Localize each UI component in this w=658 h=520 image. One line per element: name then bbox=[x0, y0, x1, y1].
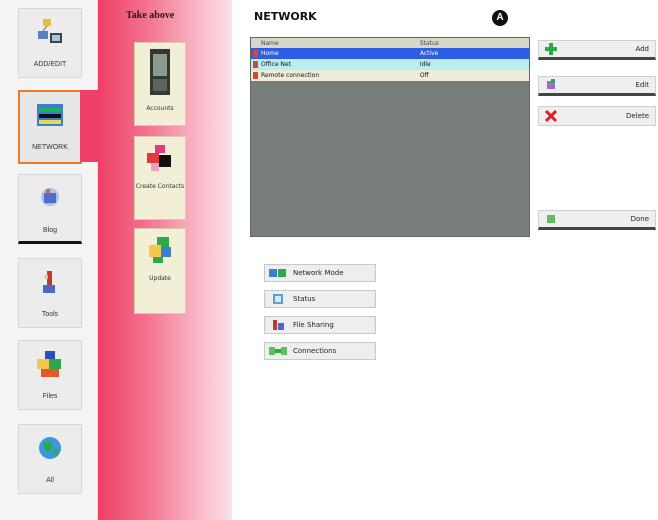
phone-icon bbox=[148, 49, 172, 97]
table-row[interactable]: Home Active bbox=[251, 48, 529, 59]
plus-icon bbox=[545, 43, 557, 55]
delete-button[interactable]: Delete bbox=[538, 106, 656, 126]
file-sharing-label: File Sharing bbox=[293, 321, 334, 329]
network-users-icon bbox=[35, 17, 65, 47]
nav-item-label: NETWORK bbox=[32, 144, 68, 151]
sub-item-label: Update bbox=[149, 275, 171, 282]
delete-icon bbox=[544, 109, 558, 123]
row-flag-icon bbox=[253, 72, 258, 79]
column-header-name[interactable]: Name bbox=[251, 40, 420, 47]
callout-badge: A bbox=[492, 10, 508, 26]
sub-item-label: Create Contacts bbox=[135, 183, 185, 190]
add-button-label: Add bbox=[635, 45, 649, 53]
nav-item-label: All bbox=[46, 477, 54, 484]
page-title: NETWORK bbox=[254, 10, 317, 23]
sub-panel: Take above Accounts Create Contacts Upda… bbox=[80, 0, 232, 520]
done-button[interactable]: Done bbox=[538, 210, 656, 230]
blog-icon bbox=[35, 183, 65, 213]
file-sharing-icon bbox=[269, 319, 287, 331]
connections-button[interactable]: Connections bbox=[264, 342, 376, 360]
nav-item-add-edit[interactable]: ADD/EDIT bbox=[18, 8, 82, 78]
column-header-status[interactable]: Status bbox=[420, 40, 529, 47]
nav-item-all[interactable]: All bbox=[18, 424, 82, 494]
nav-item-blog[interactable]: Blog bbox=[18, 174, 82, 244]
table-row[interactable]: Remote connection Off bbox=[251, 70, 529, 81]
status-button[interactable]: Status bbox=[264, 290, 376, 308]
file-sharing-button[interactable]: File Sharing bbox=[264, 316, 376, 334]
tools-icon bbox=[35, 267, 65, 297]
network-list-icon bbox=[35, 100, 65, 130]
row-flag-icon bbox=[253, 61, 258, 68]
delete-button-label: Delete bbox=[626, 112, 649, 120]
sub-panel-title: Take above bbox=[126, 10, 175, 21]
connections-icon bbox=[269, 345, 287, 357]
left-nav: ADD/EDIT NETWORK Blog Tools Files All bbox=[0, 0, 98, 520]
edit-button-label: Edit bbox=[635, 81, 649, 89]
connections-label: Connections bbox=[293, 347, 337, 355]
puzzle-icon bbox=[145, 143, 175, 175]
edit-icon bbox=[545, 79, 557, 91]
status-label: Status bbox=[293, 295, 316, 303]
nav-item-label: Tools bbox=[41, 311, 59, 318]
sub-item-label: Accounts bbox=[146, 105, 174, 112]
sub-item-accounts[interactable]: Accounts bbox=[134, 42, 186, 126]
files-icon bbox=[35, 349, 65, 379]
done-button-label: Done bbox=[630, 215, 649, 223]
sub-item-update[interactable]: Update bbox=[134, 228, 186, 314]
row-status: Off bbox=[419, 72, 429, 79]
nav-item-label: ADD/EDIT bbox=[33, 61, 67, 68]
network-mode-icon bbox=[269, 267, 287, 279]
network-mode-label: Network Mode bbox=[293, 269, 344, 277]
table-header: Name Status bbox=[251, 38, 529, 48]
row-status: Active bbox=[419, 50, 439, 57]
network-mode-button[interactable]: Network Mode bbox=[264, 264, 376, 282]
sub-item-create-contacts[interactable]: Create Contacts bbox=[134, 136, 186, 220]
nav-item-label: Blog bbox=[42, 227, 57, 234]
row-name: Office Net bbox=[261, 61, 291, 68]
cubes-icon bbox=[145, 235, 175, 267]
row-name: Home bbox=[261, 50, 279, 57]
nav-item-tools[interactable]: Tools bbox=[18, 258, 82, 328]
add-button[interactable]: Add bbox=[538, 40, 656, 60]
globe-icon bbox=[35, 433, 65, 463]
main-content: NETWORK Name Status Home Active Office N… bbox=[236, 0, 658, 520]
status-icon bbox=[269, 293, 287, 305]
nav-item-label: Files bbox=[42, 393, 58, 400]
row-status: Idle bbox=[419, 61, 431, 68]
nav-item-network[interactable]: NETWORK bbox=[18, 90, 82, 164]
row-flag-icon bbox=[253, 50, 258, 57]
row-name: Remote connection bbox=[261, 72, 320, 79]
nav-item-files[interactable]: Files bbox=[18, 340, 82, 410]
edit-button[interactable]: Edit bbox=[538, 76, 656, 96]
table-row[interactable]: Office Net Idle bbox=[251, 59, 529, 70]
network-table[interactable]: Name Status Home Active Office Net Idle … bbox=[250, 37, 530, 237]
done-icon bbox=[545, 213, 557, 225]
